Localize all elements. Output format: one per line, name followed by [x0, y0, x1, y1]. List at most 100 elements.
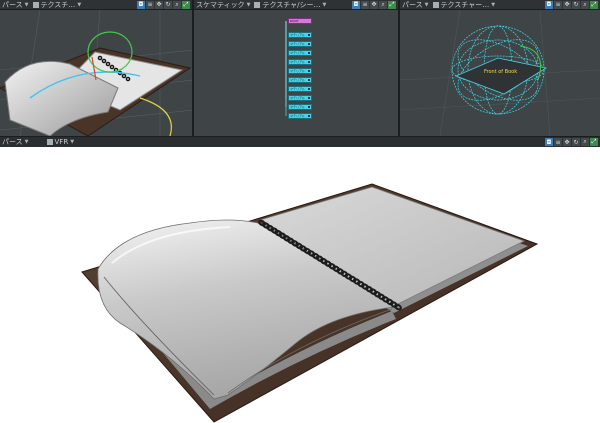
material-node-label: マテリアル: [290, 42, 305, 46]
node-port[interactable]: [308, 106, 310, 108]
node-port[interactable]: [308, 70, 310, 72]
schematic-material-node[interactable]: マテリアル: [288, 50, 312, 56]
schematic-material-node[interactable]: マテリアル: [288, 113, 312, 119]
view-type-label: スケマティック: [196, 0, 245, 9]
shading-icon: [432, 1, 439, 8]
chevron-down-icon: ▼: [24, 139, 29, 145]
chevron-down-icon: ▼: [77, 1, 82, 8]
view-type-label: パース: [402, 0, 423, 9]
node-port[interactable]: [308, 52, 310, 54]
render-tools: ◘ ≡ ✥ ↻ ⌕ ⤢: [545, 138, 600, 146]
schematic-material-node[interactable]: マテリアル: [288, 104, 312, 110]
fit-view-icon[interactable]: ⤢: [590, 0, 598, 9]
zoom-icon[interactable]: ⌕: [379, 0, 387, 9]
rotate-view-icon[interactable]: ↻: [572, 0, 580, 9]
perspective-scene: [0, 10, 192, 136]
render-viewport[interactable]: [0, 147, 600, 423]
app-window: パース ▼ テクスチ… ▼ ◘ ≡ ✥ ↻ ⌕ ⤢ スケマティック ▼ テクスチ…: [0, 0, 600, 423]
material-node-label: マテリアル: [290, 114, 305, 118]
move-view-icon[interactable]: ✥: [370, 0, 378, 9]
rotate-view-icon[interactable]: ↻: [164, 0, 172, 9]
viewport-toolbar: スケマティック ▼ テクスチャ/シー… ▼ ◘ ≡ ✥ ⌕ ⤢: [194, 0, 398, 10]
render-view-label: パース: [2, 138, 23, 146]
view-type-dropdown[interactable]: パース ▼: [0, 0, 31, 10]
grid-icon[interactable]: ≡: [361, 0, 369, 9]
view-tools: ◘ ≡ ✥ ⌕ ⤢: [352, 0, 398, 9]
node-port[interactable]: [308, 115, 310, 117]
render-toolbar: パース ▼ VFR ▼ ◘ ≡ ✥ ↻ ⌕ ⤢: [0, 136, 600, 147]
fit-view-icon[interactable]: ⤢: [388, 0, 396, 9]
shading-label: テクスチャー…: [440, 0, 490, 9]
view-tools: ◘ ≡ ✥ ↻ ⌕ ⤢: [545, 0, 600, 9]
schematic-material-node[interactable]: マテリアル: [288, 86, 312, 92]
move-view-icon[interactable]: ✥: [155, 0, 163, 9]
chevron-down-icon: ▼: [424, 1, 429, 8]
renderer-icon: [46, 139, 53, 145]
shading-label: テクスチ…: [40, 0, 76, 9]
viewport-toolbar: パース ▼ テクスチ… ▼ ◘ ≡ ✥ ↻ ⌕ ⤢: [0, 0, 192, 10]
view-type-label: パース: [2, 0, 23, 9]
zoom-icon[interactable]: ⌕: [581, 0, 589, 9]
node-port[interactable]: [308, 34, 310, 36]
chevron-down-icon: ▼: [246, 1, 251, 8]
camera-icon[interactable]: ◘: [545, 0, 553, 9]
view-tools: ◘ ≡ ✥ ↻ ⌕ ⤢: [137, 0, 192, 9]
schematic-material-node[interactable]: マテリアル: [288, 95, 312, 101]
schematic-material-node[interactable]: マテリアル: [288, 77, 312, 83]
object-name-label: Front of Book: [484, 69, 517, 75]
fit-view-icon[interactable]: ⤢: [590, 138, 598, 146]
root-node-label: ROOT: [290, 19, 299, 23]
viewport-schematic[interactable]: スケマティック ▼ テクスチャ/シー… ▼ ◘ ≡ ✥ ⌕ ⤢ ROOT マテリ…: [194, 0, 400, 136]
wireframe-scene: Front of Book: [400, 10, 600, 136]
rotate-view-icon[interactable]: ↻: [572, 138, 580, 146]
node-port[interactable]: [308, 61, 310, 63]
camera-icon[interactable]: ◘: [137, 0, 145, 9]
node-port[interactable]: [308, 88, 310, 90]
shading-icon: [254, 1, 261, 8]
move-view-icon[interactable]: ✥: [563, 138, 571, 146]
node-port[interactable]: [308, 43, 310, 45]
material-node-label: マテリアル: [290, 87, 305, 91]
grid-icon[interactable]: ≡: [554, 138, 562, 146]
schematic-root-node[interactable]: ROOT: [288, 18, 312, 24]
node-port[interactable]: [308, 79, 310, 81]
shading-dropdown[interactable]: テクスチ… ▼: [31, 0, 84, 10]
rendered-book: [81, 183, 539, 423]
camera-icon[interactable]: ◘: [352, 0, 360, 9]
render-view-dropdown[interactable]: パース ▼: [0, 137, 31, 147]
shading-label: テクスチャ/シー…: [262, 0, 321, 9]
material-node-label: マテリアル: [290, 51, 305, 55]
material-node-label: マテリアル: [290, 78, 305, 82]
grid-icon[interactable]: ≡: [146, 0, 154, 9]
material-node-label: マテリアル: [290, 60, 305, 64]
chevron-down-icon: ▼: [322, 1, 327, 8]
schematic-graph: ROOT マテリアル マテリアル マテリアル マテリアル マテリアル マテリアル マテリアル…: [194, 10, 398, 136]
zoom-icon[interactable]: ⌕: [173, 0, 181, 9]
zoom-icon[interactable]: ⌕: [581, 138, 589, 146]
schematic-material-node[interactable]: マテリアル: [288, 32, 312, 38]
chevron-down-icon: ▼: [491, 1, 496, 8]
move-view-icon[interactable]: ✥: [563, 0, 571, 9]
view-type-dropdown[interactable]: パース ▼: [400, 0, 431, 10]
schematic-material-node[interactable]: マテリアル: [288, 68, 312, 74]
viewport-toolbar: パース ▼ テクスチャー… ▼ ◘ ≡ ✥ ↻ ⌕ ⤢: [400, 0, 600, 10]
shading-dropdown[interactable]: テクスチャ/シー… ▼: [252, 0, 328, 10]
material-node-label: マテリアル: [290, 69, 305, 73]
wireframe-book: [454, 57, 548, 95]
viewport-perspective-2[interactable]: パース ▼ テクスチャー… ▼ ◘ ≡ ✥ ↻ ⌕ ⤢ Front of Boo…: [400, 0, 600, 136]
renderer-dropdown[interactable]: VFR ▼: [45, 137, 77, 147]
grid-icon[interactable]: ≡: [554, 0, 562, 9]
schematic-material-node[interactable]: マテリアル: [288, 59, 312, 65]
chevron-down-icon: ▼: [24, 1, 29, 8]
schematic-material-node[interactable]: マテリアル: [288, 41, 312, 47]
view-type-dropdown[interactable]: スケマティック ▼: [194, 0, 252, 10]
shading-dropdown[interactable]: テクスチャー… ▼: [431, 0, 498, 10]
viewport-perspective[interactable]: パース ▼ テクスチ… ▼ ◘ ≡ ✥ ↻ ⌕ ⤢: [0, 0, 194, 136]
material-node-label: マテリアル: [290, 96, 305, 100]
camera-icon[interactable]: ◘: [545, 138, 553, 146]
material-node-label: マテリアル: [290, 105, 305, 109]
chevron-down-icon: ▼: [70, 139, 75, 145]
node-port[interactable]: [308, 97, 310, 99]
material-node-label: マテリアル: [290, 33, 305, 37]
fit-view-icon[interactable]: ⤢: [182, 0, 190, 9]
